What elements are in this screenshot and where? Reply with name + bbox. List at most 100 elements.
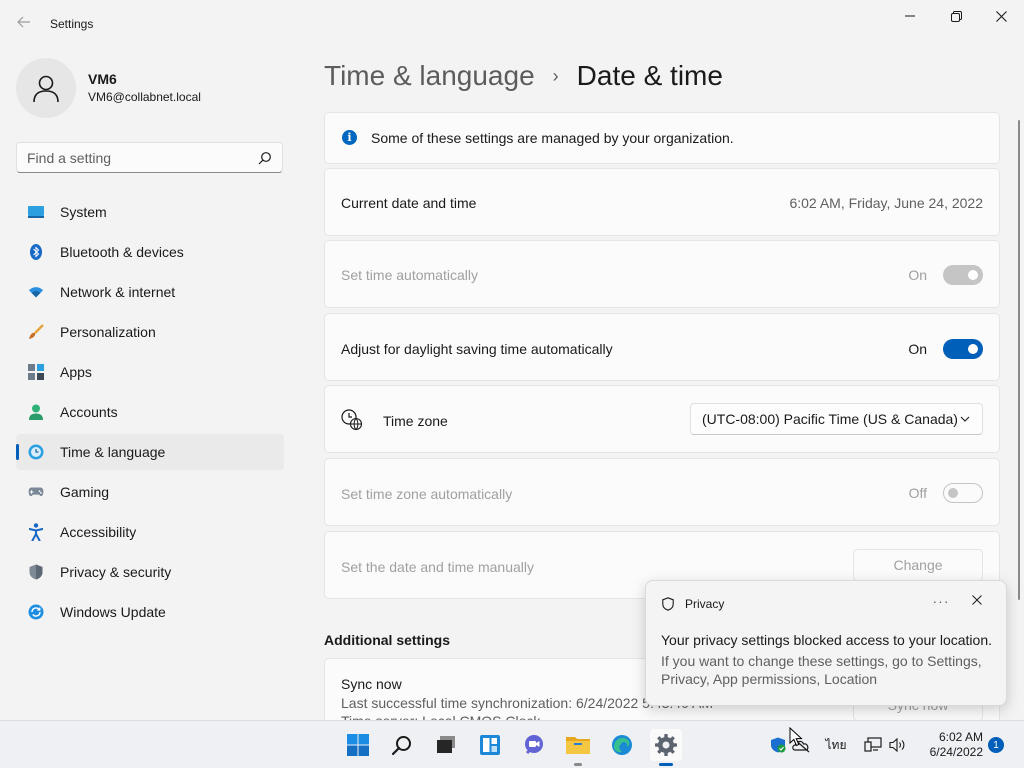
search-icon (391, 736, 411, 756)
taskbar: ไทย 6:02 AM 6/24/2022 1 (0, 720, 1024, 768)
toggle-state-label: On (908, 341, 927, 357)
sidebar-item-gaming[interactable]: Gaming (16, 474, 284, 510)
set-time-zone-automatically-toggle-group: Off (909, 483, 983, 503)
sidebar-item-privacy-security[interactable]: Privacy & security (16, 554, 284, 590)
edge-button[interactable] (606, 729, 638, 761)
sidebar-item-label: Privacy & security (60, 564, 172, 580)
privacy-notification-toast[interactable]: Privacy ··· Your privacy settings blocke… (645, 580, 1007, 706)
sidebar-item-label: Bluetooth & devices (60, 244, 184, 260)
toggle-state-label: On (908, 267, 927, 283)
main-scrollbar[interactable] (1018, 120, 1020, 600)
sidebar-item-time-language[interactable]: Time & language (16, 434, 284, 470)
taskbar-clock[interactable]: 6:02 AM 6/24/2022 (913, 730, 983, 760)
page-title: Date & time (576, 60, 723, 91)
sidebar-item-label: Network & internet (60, 284, 176, 300)
accessibility-icon (28, 523, 44, 541)
input-language-indicator[interactable]: ไทย (824, 735, 848, 755)
current-datetime-row: Current date and time 6:02 AM, Friday, J… (324, 168, 1000, 236)
set-time-automatically-label: Set time automatically (341, 267, 478, 283)
managed-info-banner: i Some of these settings are managed by … (324, 112, 1000, 164)
sidebar-item-windows-update[interactable]: Windows Update (16, 594, 284, 630)
chevron-down-icon (960, 416, 970, 422)
user-profile[interactable]: VM6 VM6@collabnet.local (16, 58, 201, 118)
clock-globe-icon (341, 409, 363, 431)
network-tray-icon[interactable] (863, 735, 883, 755)
file-explorer-button[interactable] (562, 729, 594, 766)
daylight-saving-toggle[interactable] (943, 339, 983, 359)
change-datetime-button[interactable]: Change (853, 549, 983, 581)
set-time-zone-automatically-row: Set time zone automatically Off (324, 458, 1000, 526)
sidebar-item-accessibility[interactable]: Accessibility (16, 514, 284, 550)
search-icon[interactable] (258, 151, 272, 165)
chat-button[interactable] (518, 729, 550, 761)
back-button[interactable] (12, 10, 36, 34)
shield-icon (662, 597, 674, 611)
close-icon[interactable] (972, 595, 982, 605)
sidebar-item-network-internet[interactable]: Network & internet (16, 274, 284, 310)
widgets-icon (480, 735, 500, 755)
set-time-zone-automatically-toggle[interactable] (943, 483, 983, 503)
profile-email: VM6@collabnet.local (88, 90, 201, 104)
time-zone-selected-value: (UTC-08:00) Pacific Time (US & Canada) (702, 411, 958, 427)
restore-button[interactable] (933, 0, 979, 32)
breadcrumb: Time & language › Date & time (324, 58, 723, 94)
clock-time: 6:02 AM (938, 730, 983, 744)
widgets-button[interactable] (474, 729, 506, 761)
avatar (16, 58, 76, 118)
sidebar-item-system[interactable]: System (16, 194, 284, 230)
network-icon (28, 284, 44, 300)
task-view-icon (437, 736, 455, 753)
accounts-icon (28, 404, 44, 420)
sidebar-item-label: Apps (60, 364, 92, 380)
daylight-saving-label: Adjust for daylight saving time automati… (341, 341, 613, 357)
task-view-button[interactable] (430, 729, 462, 761)
more-options-icon[interactable]: ··· (931, 593, 951, 609)
security-tray-icon[interactable] (768, 735, 788, 755)
sidebar-item-label: Accounts (60, 404, 118, 420)
breadcrumb-parent[interactable]: Time & language (324, 60, 535, 92)
running-indicator (574, 763, 582, 766)
set-time-automatically-toggle-group: On (908, 265, 983, 285)
time-zone-row: Time zone (UTC-08:00) Pacific Time (US &… (324, 385, 1000, 453)
sync-now-title: Sync now (341, 676, 402, 692)
sidebar-nav: System Bluetooth & devices Network & int… (16, 194, 284, 634)
restore-icon (950, 10, 962, 22)
toggle-state-label: Off (908, 485, 927, 501)
sidebar-item-personalization[interactable]: Personalization (16, 314, 284, 350)
sidebar-item-label: Personalization (60, 324, 156, 340)
settings-icon (655, 734, 677, 756)
system-icon (28, 204, 44, 220)
close-button[interactable] (978, 0, 1024, 32)
info-banner-text: Some of these settings are managed by yo… (371, 130, 734, 146)
taskbar-search-button[interactable] (386, 729, 418, 761)
mouse-cursor-icon (789, 727, 803, 747)
set-time-automatically-toggle[interactable] (943, 265, 983, 285)
file-explorer-icon (566, 737, 590, 754)
user-icon (33, 75, 59, 103)
app-title: Settings (50, 17, 94, 31)
volume-icon[interactable] (888, 735, 908, 755)
sidebar-item-accounts[interactable]: Accounts (16, 394, 284, 430)
set-datetime-manually-label: Set the date and time manually (341, 559, 535, 575)
time-zone-dropdown[interactable]: (UTC-08:00) Pacific Time (US & Canada) (690, 403, 983, 435)
windows-update-icon (28, 604, 44, 620)
minimize-button[interactable] (887, 0, 933, 32)
apps-icon (28, 364, 44, 380)
toast-app-name: Privacy (685, 597, 725, 611)
settings-taskbar-button[interactable] (650, 729, 682, 766)
search-input[interactable] (27, 150, 247, 166)
minimize-icon (905, 15, 915, 17)
sidebar-item-apps[interactable]: Apps (16, 354, 284, 390)
bluetooth-icon (28, 244, 44, 260)
daylight-saving-row: Adjust for daylight saving time automati… (324, 313, 1000, 381)
gaming-icon (28, 484, 44, 500)
shield-icon (28, 564, 44, 580)
brush-icon (28, 324, 44, 340)
time-zone-label: Time zone (383, 413, 448, 429)
sidebar-item-bluetooth-devices[interactable]: Bluetooth & devices (16, 234, 284, 270)
start-button[interactable] (342, 729, 374, 761)
search-box[interactable] (16, 142, 283, 173)
current-datetime-label: Current date and time (341, 195, 477, 211)
notification-count-badge[interactable]: 1 (988, 737, 1004, 753)
toast-body: If you want to change these settings, go… (661, 653, 982, 687)
